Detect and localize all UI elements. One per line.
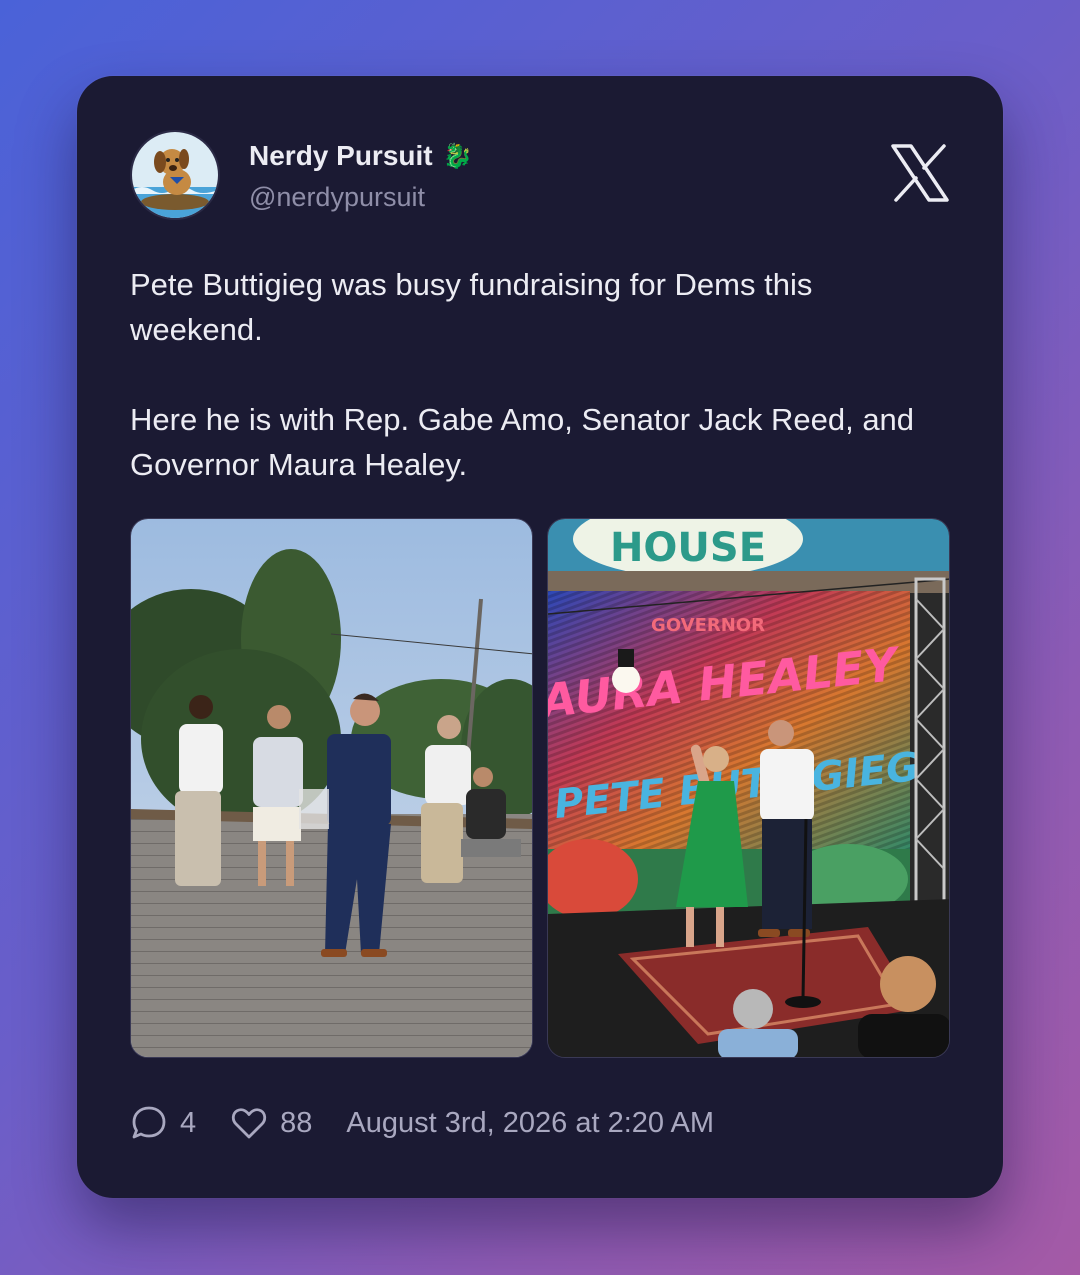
heart-icon	[232, 1108, 267, 1139]
stage-led-screen-image: HOUSE GOVERNOR MAURA HEALEY PETE BUTTIGI…	[548, 519, 949, 1057]
like-count[interactable]: 88	[230, 1104, 312, 1142]
tweet-paragraph: Pete Buttigieg was busy fundraising for …	[130, 267, 813, 347]
screen-governor-text: GOVERNOR	[651, 615, 765, 636]
dragon-emoji-icon: 🐉	[442, 142, 473, 170]
tweet-photo-2[interactable]: HOUSE GOVERNOR MAURA HEALEY PETE BUTTIGI…	[547, 518, 950, 1058]
tweet-footer: 4 88 August 3rd, 2026 at 2:20 AM	[130, 1100, 714, 1146]
reply-count[interactable]: 4	[130, 1104, 196, 1142]
tweet-timestamp[interactable]: August 3rd, 2026 at 2:20 AM	[346, 1107, 714, 1140]
avatar[interactable]	[130, 130, 220, 220]
tweet-paragraph: Here he is with Rep. Gabe Amo, Senator J…	[130, 402, 915, 482]
comment-bubble-icon	[132, 1106, 166, 1139]
banner-text: HOUSE	[610, 525, 766, 571]
avatar-dog-illustration	[132, 132, 218, 218]
tweet-card: Nerdy Pursuit 🐉 @nerdypursuit Pete Butti…	[77, 76, 1003, 1198]
like-count-value: 88	[280, 1106, 313, 1139]
x-logo-icon[interactable]	[889, 142, 951, 204]
reply-count-value: 4	[180, 1106, 197, 1139]
display-name-text: Nerdy Pursuit	[249, 140, 433, 171]
user-handle[interactable]: @nerdypursuit	[249, 182, 425, 213]
display-name[interactable]: Nerdy Pursuit 🐉	[249, 140, 473, 172]
deck-gathering-image	[131, 519, 532, 1057]
tweet-body: Pete Buttigieg was busy fundraising for …	[130, 262, 950, 487]
tweet-photo-1[interactable]	[130, 518, 533, 1058]
